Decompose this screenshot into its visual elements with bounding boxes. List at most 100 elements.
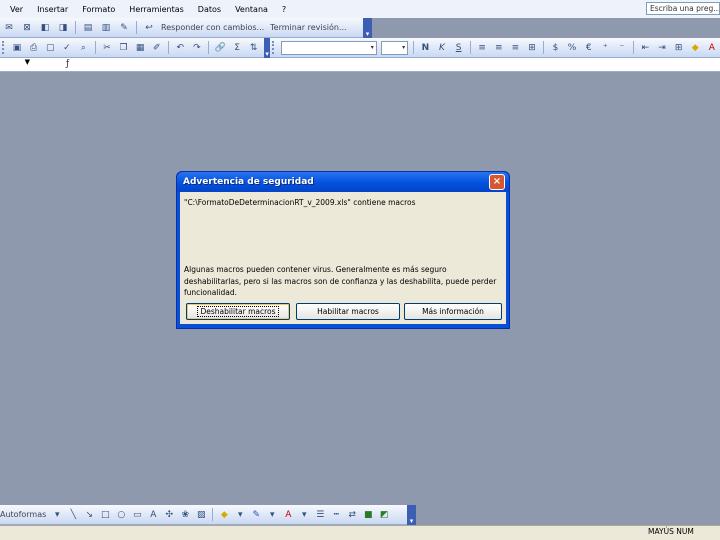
- cut-icon[interactable]: ✂: [101, 41, 114, 55]
- standard-toolbar: ▣ ⎙ ▢ ✓ ⌕ ✂ ❐ ▦ ✐ ↶ ↷ 🔗 Σ ⇅ ▾ ▾ ▾ N K S …: [0, 37, 720, 58]
- enable-macros-button[interactable]: Habilitar macros: [296, 303, 400, 320]
- 3d-style-icon[interactable]: ◩: [377, 508, 391, 522]
- ink-annotations-icon[interactable]: ✎: [117, 21, 131, 35]
- reviewing-toolbar: ✉ ⊠ ◧ ◨ ▤ ▥ ✎ ↩ Responder con cambios...…: [0, 17, 372, 38]
- name-box-dropdown-icon[interactable]: ▼: [0, 58, 30, 71]
- shadow-style-icon[interactable]: ■: [361, 508, 375, 522]
- format-painter-icon[interactable]: ✐: [150, 41, 163, 55]
- toolbar-separator: [94, 41, 96, 54]
- line-color-icon[interactable]: ✎: [249, 508, 263, 522]
- underline-icon[interactable]: S: [452, 41, 465, 55]
- rectangle-icon[interactable]: □: [98, 508, 112, 522]
- merge-center-icon[interactable]: ⊞: [526, 41, 539, 55]
- font-size-select[interactable]: ▾: [380, 40, 409, 55]
- function-icon[interactable]: ƒ: [66, 58, 69, 71]
- line-color-dropdown-icon[interactable]: ▾: [265, 508, 279, 522]
- align-right-icon[interactable]: ≡: [509, 41, 522, 55]
- line-icon[interactable]: ╲: [66, 508, 80, 522]
- spelling-icon[interactable]: ✓: [61, 41, 74, 55]
- menu-ver[interactable]: Ver: [0, 5, 30, 14]
- file-macro-message: "C:\FormatoDeDeterminacionRT_v_2009.xls"…: [184, 198, 416, 207]
- insert-hyperlink-icon[interactable]: 🔗: [214, 41, 227, 55]
- previous-comment-icon[interactable]: ◧: [38, 21, 52, 35]
- sort-icon[interactable]: ⇅: [247, 41, 260, 55]
- toolbar-separator: [168, 41, 169, 54]
- decrease-decimal-icon[interactable]: ⁻: [616, 41, 629, 55]
- currency-icon[interactable]: $: [549, 41, 562, 55]
- menu-ventana[interactable]: Ventana: [228, 5, 275, 14]
- menu-insertar[interactable]: Insertar: [30, 5, 75, 14]
- percent-icon[interactable]: %: [566, 41, 579, 55]
- delete-comment-icon[interactable]: ⊠: [20, 21, 34, 35]
- clipart-icon[interactable]: ❀: [178, 508, 192, 522]
- dialog-title: Advertencia de seguridad: [183, 177, 314, 187]
- line-style-icon[interactable]: ☰: [313, 508, 327, 522]
- print-preview-icon[interactable]: ▢: [44, 41, 57, 55]
- autoshapes-menu[interactable]: Autoformas: [0, 510, 46, 519]
- borders-icon[interactable]: ⊞: [672, 41, 685, 55]
- align-left-icon[interactable]: ≡: [476, 41, 489, 55]
- italic-icon[interactable]: K: [436, 41, 449, 55]
- dialog-title-bar[interactable]: Advertencia de seguridad ×: [177, 172, 509, 192]
- arrow-icon[interactable]: ↘: [82, 508, 96, 522]
- research-icon[interactable]: ⌕: [77, 41, 90, 55]
- security-warning-dialog: Advertencia de seguridad × "C:\FormatoDe…: [176, 171, 510, 329]
- autosum-icon[interactable]: Σ: [231, 41, 244, 55]
- font-color-icon[interactable]: A: [706, 41, 719, 55]
- diagram-icon[interactable]: ✣: [162, 508, 176, 522]
- toolbar-options-icon[interactable]: ▾: [263, 37, 271, 58]
- close-icon[interactable]: ×: [489, 174, 505, 190]
- wordart-icon[interactable]: A: [146, 508, 160, 522]
- font-color-dropdown-icon[interactable]: ▾: [297, 508, 311, 522]
- toolbar-separator: [413, 41, 415, 54]
- help-search-input[interactable]: Escriba una preg...: [646, 2, 720, 15]
- redo-icon[interactable]: ↷: [191, 41, 204, 55]
- toolbar-separator: [212, 508, 214, 521]
- autoshapes-dropdown-icon[interactable]: ▾: [50, 508, 64, 522]
- fill-color-icon[interactable]: ◆: [689, 41, 702, 55]
- increase-decimal-icon[interactable]: ⁺: [599, 41, 612, 55]
- toolbar-separator: [208, 41, 210, 54]
- textbox-icon[interactable]: ▭: [130, 508, 144, 522]
- copy-icon[interactable]: ❐: [117, 41, 130, 55]
- menu-datos[interactable]: Datos: [191, 5, 228, 14]
- font-color-icon[interactable]: A: [281, 508, 295, 522]
- drawing-toolbar: Autoformas ▾ ╲ ↘ □ ○ ▭ A ✣ ❀ ▨ ◆ ▾ ✎ ▾ A…: [0, 504, 416, 525]
- decrease-indent-icon[interactable]: ⇤: [639, 41, 652, 55]
- print-icon[interactable]: ⎙: [27, 41, 40, 55]
- more-info-button[interactable]: Más información: [404, 303, 502, 320]
- mail-icon[interactable]: ✉: [2, 21, 16, 35]
- arrow-style-icon[interactable]: ⇄: [345, 508, 359, 522]
- align-center-icon[interactable]: ≡: [492, 41, 505, 55]
- toolbar-separator: [633, 41, 635, 54]
- toolbar-grip[interactable]: [272, 41, 277, 54]
- toolbar-separator: [75, 21, 76, 34]
- save-icon[interactable]: ▣: [11, 41, 24, 55]
- bold-icon[interactable]: N: [419, 41, 432, 55]
- formula-bar: ▼ ƒ: [0, 58, 720, 72]
- fill-color-dropdown-icon[interactable]: ▾: [233, 508, 247, 522]
- next-comment-icon[interactable]: ◨: [56, 21, 70, 35]
- disable-macros-button[interactable]: Deshabilitar macros: [186, 303, 290, 320]
- oval-icon[interactable]: ○: [114, 508, 128, 522]
- toolbar-options-icon[interactable]: ▾: [407, 504, 416, 525]
- show-all-icon[interactable]: ▥: [99, 21, 113, 35]
- menu-help[interactable]: ?: [275, 5, 293, 14]
- menu-bar: Ver Insertar Formato Herramientas Datos …: [0, 0, 720, 18]
- end-review-button[interactable]: Terminar revisión...: [270, 23, 346, 32]
- increase-indent-icon[interactable]: ⇥: [656, 41, 669, 55]
- dash-style-icon[interactable]: ┅: [329, 508, 343, 522]
- menu-herramientas[interactable]: Herramientas: [122, 5, 191, 14]
- fill-color-icon[interactable]: ◆: [217, 508, 231, 522]
- show-comments-icon[interactable]: ▤: [81, 21, 95, 35]
- toolbar-grip[interactable]: [2, 41, 7, 54]
- reply-changes-icon[interactable]: ↩: [142, 21, 156, 35]
- picture-icon[interactable]: ▨: [194, 508, 208, 522]
- paste-icon[interactable]: ▦: [134, 41, 147, 55]
- menu-formato[interactable]: Formato: [75, 5, 122, 14]
- font-name-select[interactable]: ▾: [280, 40, 377, 55]
- euro-icon[interactable]: €: [582, 41, 595, 55]
- toolbar-options-icon[interactable]: ▾: [363, 17, 372, 38]
- reply-with-changes-button[interactable]: Responder con cambios...: [161, 23, 264, 32]
- undo-icon[interactable]: ↶: [174, 41, 187, 55]
